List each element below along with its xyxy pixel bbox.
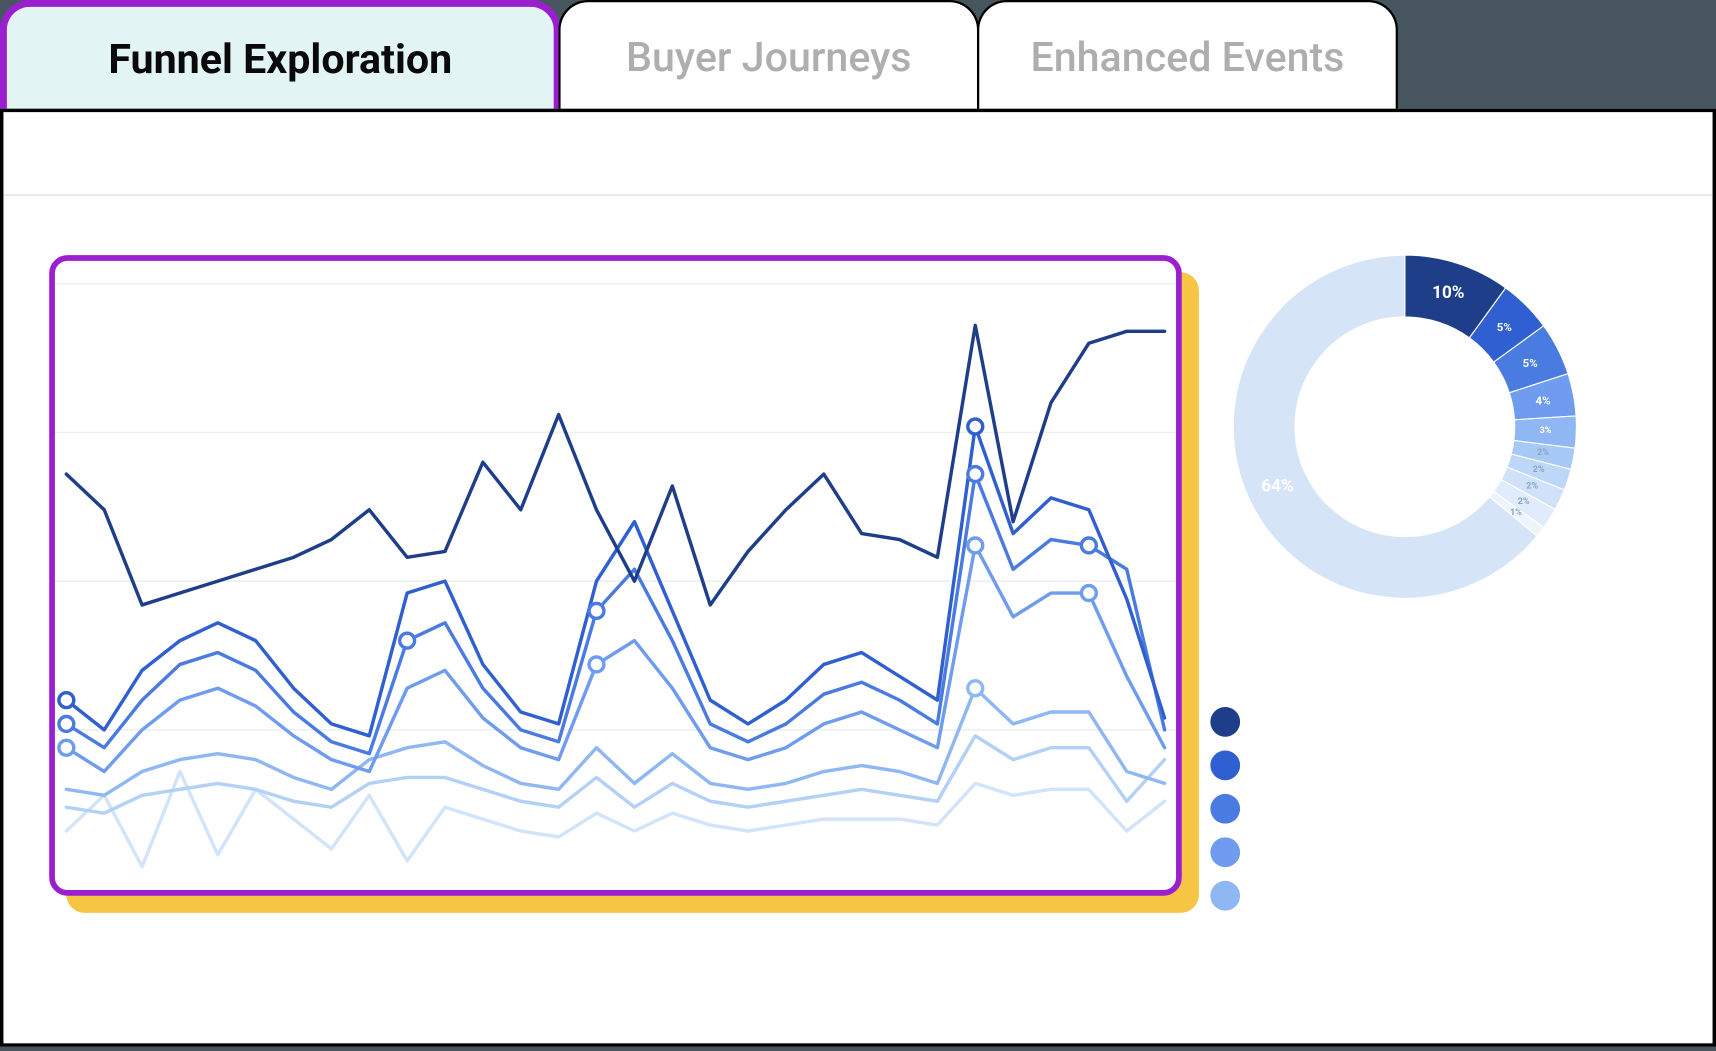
legend-dot [1210, 837, 1240, 867]
tab-enhanced-events[interactable]: Enhanced Events [977, 0, 1398, 111]
legend-dot [1210, 707, 1240, 737]
legend-dot [1210, 750, 1240, 780]
svg-text:3%: 3% [1539, 426, 1551, 436]
svg-text:64%: 64% [1261, 477, 1293, 497]
legend-dot [1210, 881, 1240, 911]
legend [1210, 707, 1240, 911]
line-chart-card [49, 255, 1182, 896]
donut-chart-wrap: 10%5%5%4%3%2%2%2%2%1%64% [1228, 249, 1583, 604]
tab-panel: 10%5%5%4%3%2%2%2%2%1%64% [0, 109, 1716, 1047]
tab-buyer-journeys[interactable]: Buyer Journeys [558, 0, 979, 111]
tab-bar: Funnel Exploration Buyer Journeys Enhanc… [0, 0, 1716, 111]
tab-label: Funnel Exploration [108, 35, 452, 83]
tab-label: Buyer Journeys [626, 33, 911, 81]
svg-text:5%: 5% [1497, 320, 1512, 334]
svg-text:5%: 5% [1523, 356, 1538, 370]
svg-text:2%: 2% [1518, 497, 1530, 507]
svg-text:2%: 2% [1533, 465, 1545, 475]
svg-text:4%: 4% [1536, 393, 1551, 407]
svg-text:10%: 10% [1432, 283, 1464, 303]
tab-funnel-exploration[interactable]: Funnel Exploration [0, 0, 561, 111]
svg-text:2%: 2% [1537, 448, 1549, 458]
tab-label: Enhanced Events [1030, 33, 1344, 81]
svg-text:2%: 2% [1526, 482, 1538, 492]
legend-dot [1210, 794, 1240, 824]
line-chart [55, 261, 1176, 890]
donut-chart: 10%5%5%4%3%2%2%2%2%1%64% [1228, 249, 1583, 604]
report-window: Funnel Exploration Buyer Journeys Enhanc… [0, 0, 1716, 1047]
